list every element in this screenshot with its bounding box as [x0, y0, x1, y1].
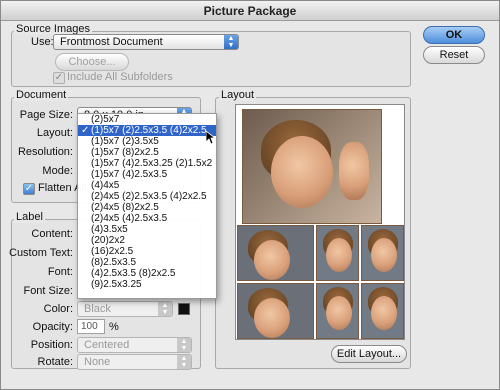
content-label: Content: — [31, 228, 73, 240]
opacity-unit: % — [109, 321, 119, 333]
layout-menu-item[interactable]: (1)5x7 (8)2x2.5 — [78, 147, 216, 158]
layout-menu-item-label: (1)5x7 (8)2x2.5 — [91, 147, 159, 158]
resolution-label: Resolution: — [17, 146, 73, 158]
layout-menu-item-label: (4)2.5x3.5 (8)2x2.5 — [91, 268, 176, 279]
layout-preview — [235, 104, 405, 340]
layout-menu-item[interactable]: (1)5x7 (4)2.5x3.25 (2)1.5x2 — [78, 158, 216, 169]
preview-photo-small — [361, 225, 404, 281]
font-size-label: Font Size: — [23, 285, 73, 297]
layout-menu-item[interactable]: (2)4x5 (8)2x2.5 — [78, 202, 216, 213]
custom-text-label: Custom Text: — [9, 247, 73, 259]
layout-menu-item-label: (2)4x5 (2)2.5x3.5 (4)2x2.5 — [91, 191, 207, 202]
layout-menu-item-label: (9)2.5x3.25 — [91, 279, 142, 290]
font-label: Font: — [47, 266, 73, 278]
position-label: Position: — [30, 339, 73, 351]
layout-menu-item-label: (2)4x5 (4)2.5x3.5 — [91, 213, 168, 224]
layout-menu-item-label: (1)5x7 (2)3.5x5 — [91, 136, 159, 147]
layout-menu-item[interactable]: (4)3.5x5 — [78, 224, 216, 235]
label-group-title: Label — [14, 211, 45, 223]
position-value: Centered — [84, 339, 130, 351]
page-size-label: Page Size: — [19, 109, 73, 121]
checkmark-icon: ✓ — [81, 125, 90, 136]
use-label: Use: — [31, 36, 54, 48]
layout-menu-item[interactable]: (2)4x5 (2)2.5x3.5 (4)2x2.5 — [78, 191, 216, 202]
layout-menu-item[interactable]: (1)5x7 (4)2.5x3.5 — [78, 169, 216, 180]
layout-menu-item-label: (4)4x5 — [91, 180, 120, 191]
layout-dropdown-menu[interactable]: (2)5x7 ✓ (1)5x7 (2)2.5x3.5 (4)2x2.5 (1)5x7 … — [77, 113, 217, 299]
include-subfolders-label: Include All Subfolders — [67, 71, 173, 83]
layout-label: Layout: — [36, 127, 73, 139]
preview-photo-small — [316, 225, 359, 281]
layout-menu-item[interactable]: (4)4x5 — [78, 180, 216, 191]
mouse-pointer-icon — [206, 131, 216, 145]
layout-group-title: Layout — [219, 89, 257, 101]
opacity-label: Opacity: — [32, 321, 73, 333]
document-title: Document — [14, 89, 69, 101]
popup-arrows-icon: ▲▼ — [224, 35, 238, 49]
layout-menu-item[interactable]: ✓ (1)5x7 (2)2.5x3.5 (4)2x2.5 — [78, 125, 216, 136]
popup-arrows-icon: ▲▼ — [158, 302, 172, 316]
color-swatch[interactable] — [178, 303, 190, 315]
position-select[interactable]: Centered ▲ ▼ — [77, 337, 192, 353]
use-select[interactable]: Frontmost Document ▲ ▼ — [53, 34, 239, 50]
layout-menu-item[interactable]: (20)2x2 — [78, 235, 216, 246]
include-subfolders-checkbox[interactable]: ✓ — [53, 72, 65, 84]
rotate-select[interactable]: None ▲ ▼ — [77, 354, 192, 370]
popup-arrows-icon: ▲▼ — [177, 355, 191, 369]
rotate-label: Rotate: — [37, 356, 73, 368]
layout-menu-item[interactable]: (2)5x7 — [78, 114, 216, 125]
layout-menu-item-label: (1)5x7 (2)2.5x3.5 (4)2x2.5 — [91, 125, 207, 136]
popup-arrows-icon: ▲▼ — [177, 338, 191, 352]
layout-menu-item-label: (8)2.5x3.5 — [91, 257, 137, 268]
layout-menu-item-label: (2)5x7 — [91, 114, 120, 125]
reset-button[interactable]: Reset — [423, 46, 485, 64]
layout-menu-item-label: (2)4x5 (8)2x2.5 — [91, 202, 159, 213]
window-title: Picture Package — [1, 1, 499, 21]
layout-menu-item-label: (20)2x2 — [91, 235, 125, 246]
rotate-value: None — [84, 356, 111, 368]
choose-button[interactable]: Choose... — [55, 53, 129, 71]
preview-photo-small — [237, 283, 314, 339]
preview-photo-small — [361, 283, 404, 339]
layout-menu-item[interactable]: (4)2.5x3.5 (8)2x2.5 — [78, 268, 216, 279]
layout-menu-item[interactable]: (8)2.5x3.5 — [78, 257, 216, 268]
layout-menu-item[interactable]: (16)2x2.5 — [78, 246, 216, 257]
layout-menu-item-label: (1)5x7 (4)2.5x3.5 — [91, 169, 168, 180]
layout-menu-item-label: (1)5x7 (4)2.5x3.25 (2)1.5x2 — [91, 158, 213, 169]
layout-menu-item-label: (4)3.5x5 — [91, 224, 128, 235]
layout-menu-item[interactable]: (2)4x5 (4)2.5x3.5 — [78, 213, 216, 224]
color-value: Black — [84, 303, 111, 315]
layout-menu-item[interactable]: (1)5x7 (2)3.5x5 — [78, 136, 216, 147]
edit-layout-button[interactable]: Edit Layout... — [331, 345, 407, 363]
ok-button[interactable]: OK — [423, 26, 485, 44]
layout-menu-item-label: (16)2x2.5 — [91, 246, 134, 257]
preview-photo-small — [237, 225, 314, 281]
preview-photo-large — [242, 109, 382, 224]
use-select-value: Frontmost Document — [60, 36, 163, 48]
picture-package-dialog: Picture Package OK Reset Source Images U… — [0, 0, 500, 390]
color-label: Color: — [43, 303, 73, 315]
preview-photo-small — [316, 283, 359, 339]
flatten-checkbox[interactable]: ✓ — [23, 183, 35, 195]
color-select[interactable]: Black ▲ ▼ — [77, 301, 173, 317]
mode-label: Mode: — [42, 165, 73, 177]
opacity-field[interactable]: 100 — [77, 319, 105, 334]
layout-menu-item[interactable]: (9)2.5x3.25 — [78, 279, 216, 290]
